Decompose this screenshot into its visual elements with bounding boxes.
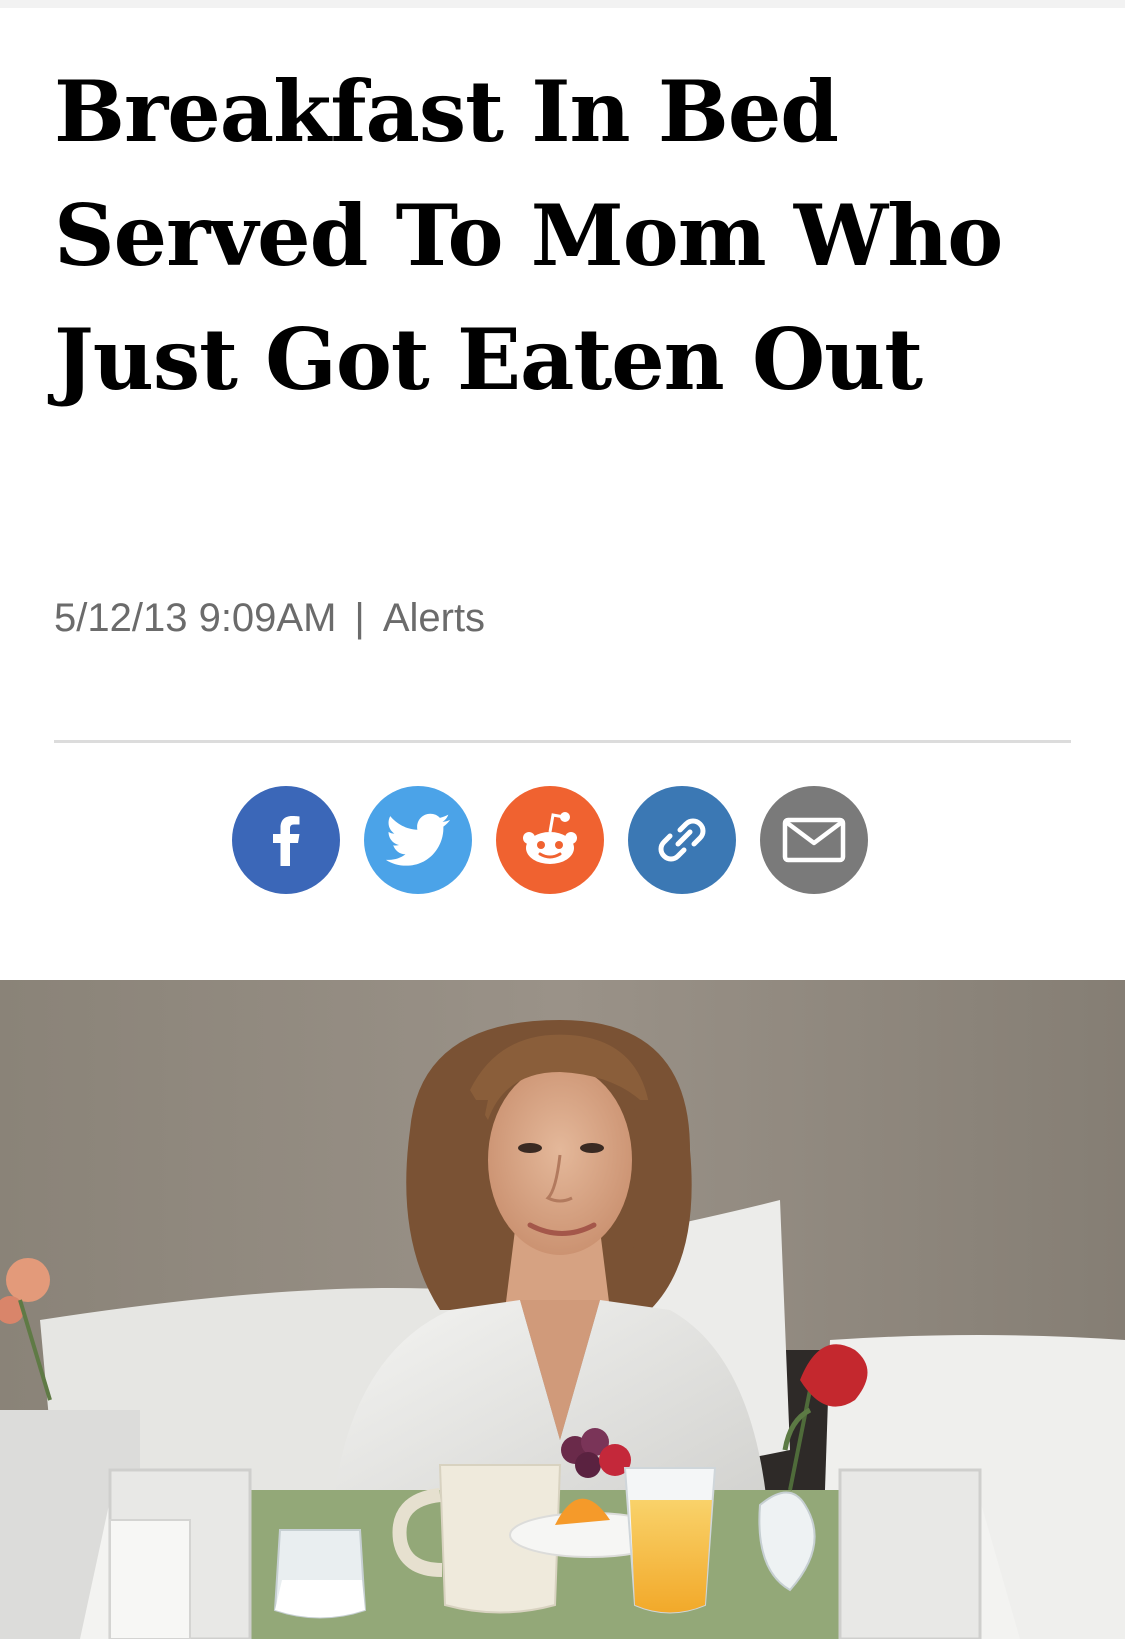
breakfast-in-bed-photo [0,980,1125,1639]
share-bar [232,786,868,894]
article-category-link[interactable]: Alerts [383,596,485,640]
link-icon [658,818,706,862]
share-facebook-button[interactable] [232,786,340,894]
share-email-button[interactable] [760,786,868,894]
share-reddit-button[interactable] [496,786,604,894]
top-bar [0,0,1125,8]
article-headline: Breakfast In Bed Served To Mom Who Just … [54,62,1003,409]
twitter-icon [385,813,451,866]
article-photo [0,980,1125,1639]
reddit-icon [523,812,577,864]
mail-icon [782,817,846,863]
share-twitter-button[interactable] [364,786,472,894]
article-date: 5/12/13 9:09AM [54,596,337,640]
facebook-icon [273,816,300,866]
article-meta: 5/12/13 9:09AM | Alerts [54,596,485,641]
share-link-button[interactable] [628,786,736,894]
meta-separator: | [354,596,365,640]
divider [54,740,1071,743]
